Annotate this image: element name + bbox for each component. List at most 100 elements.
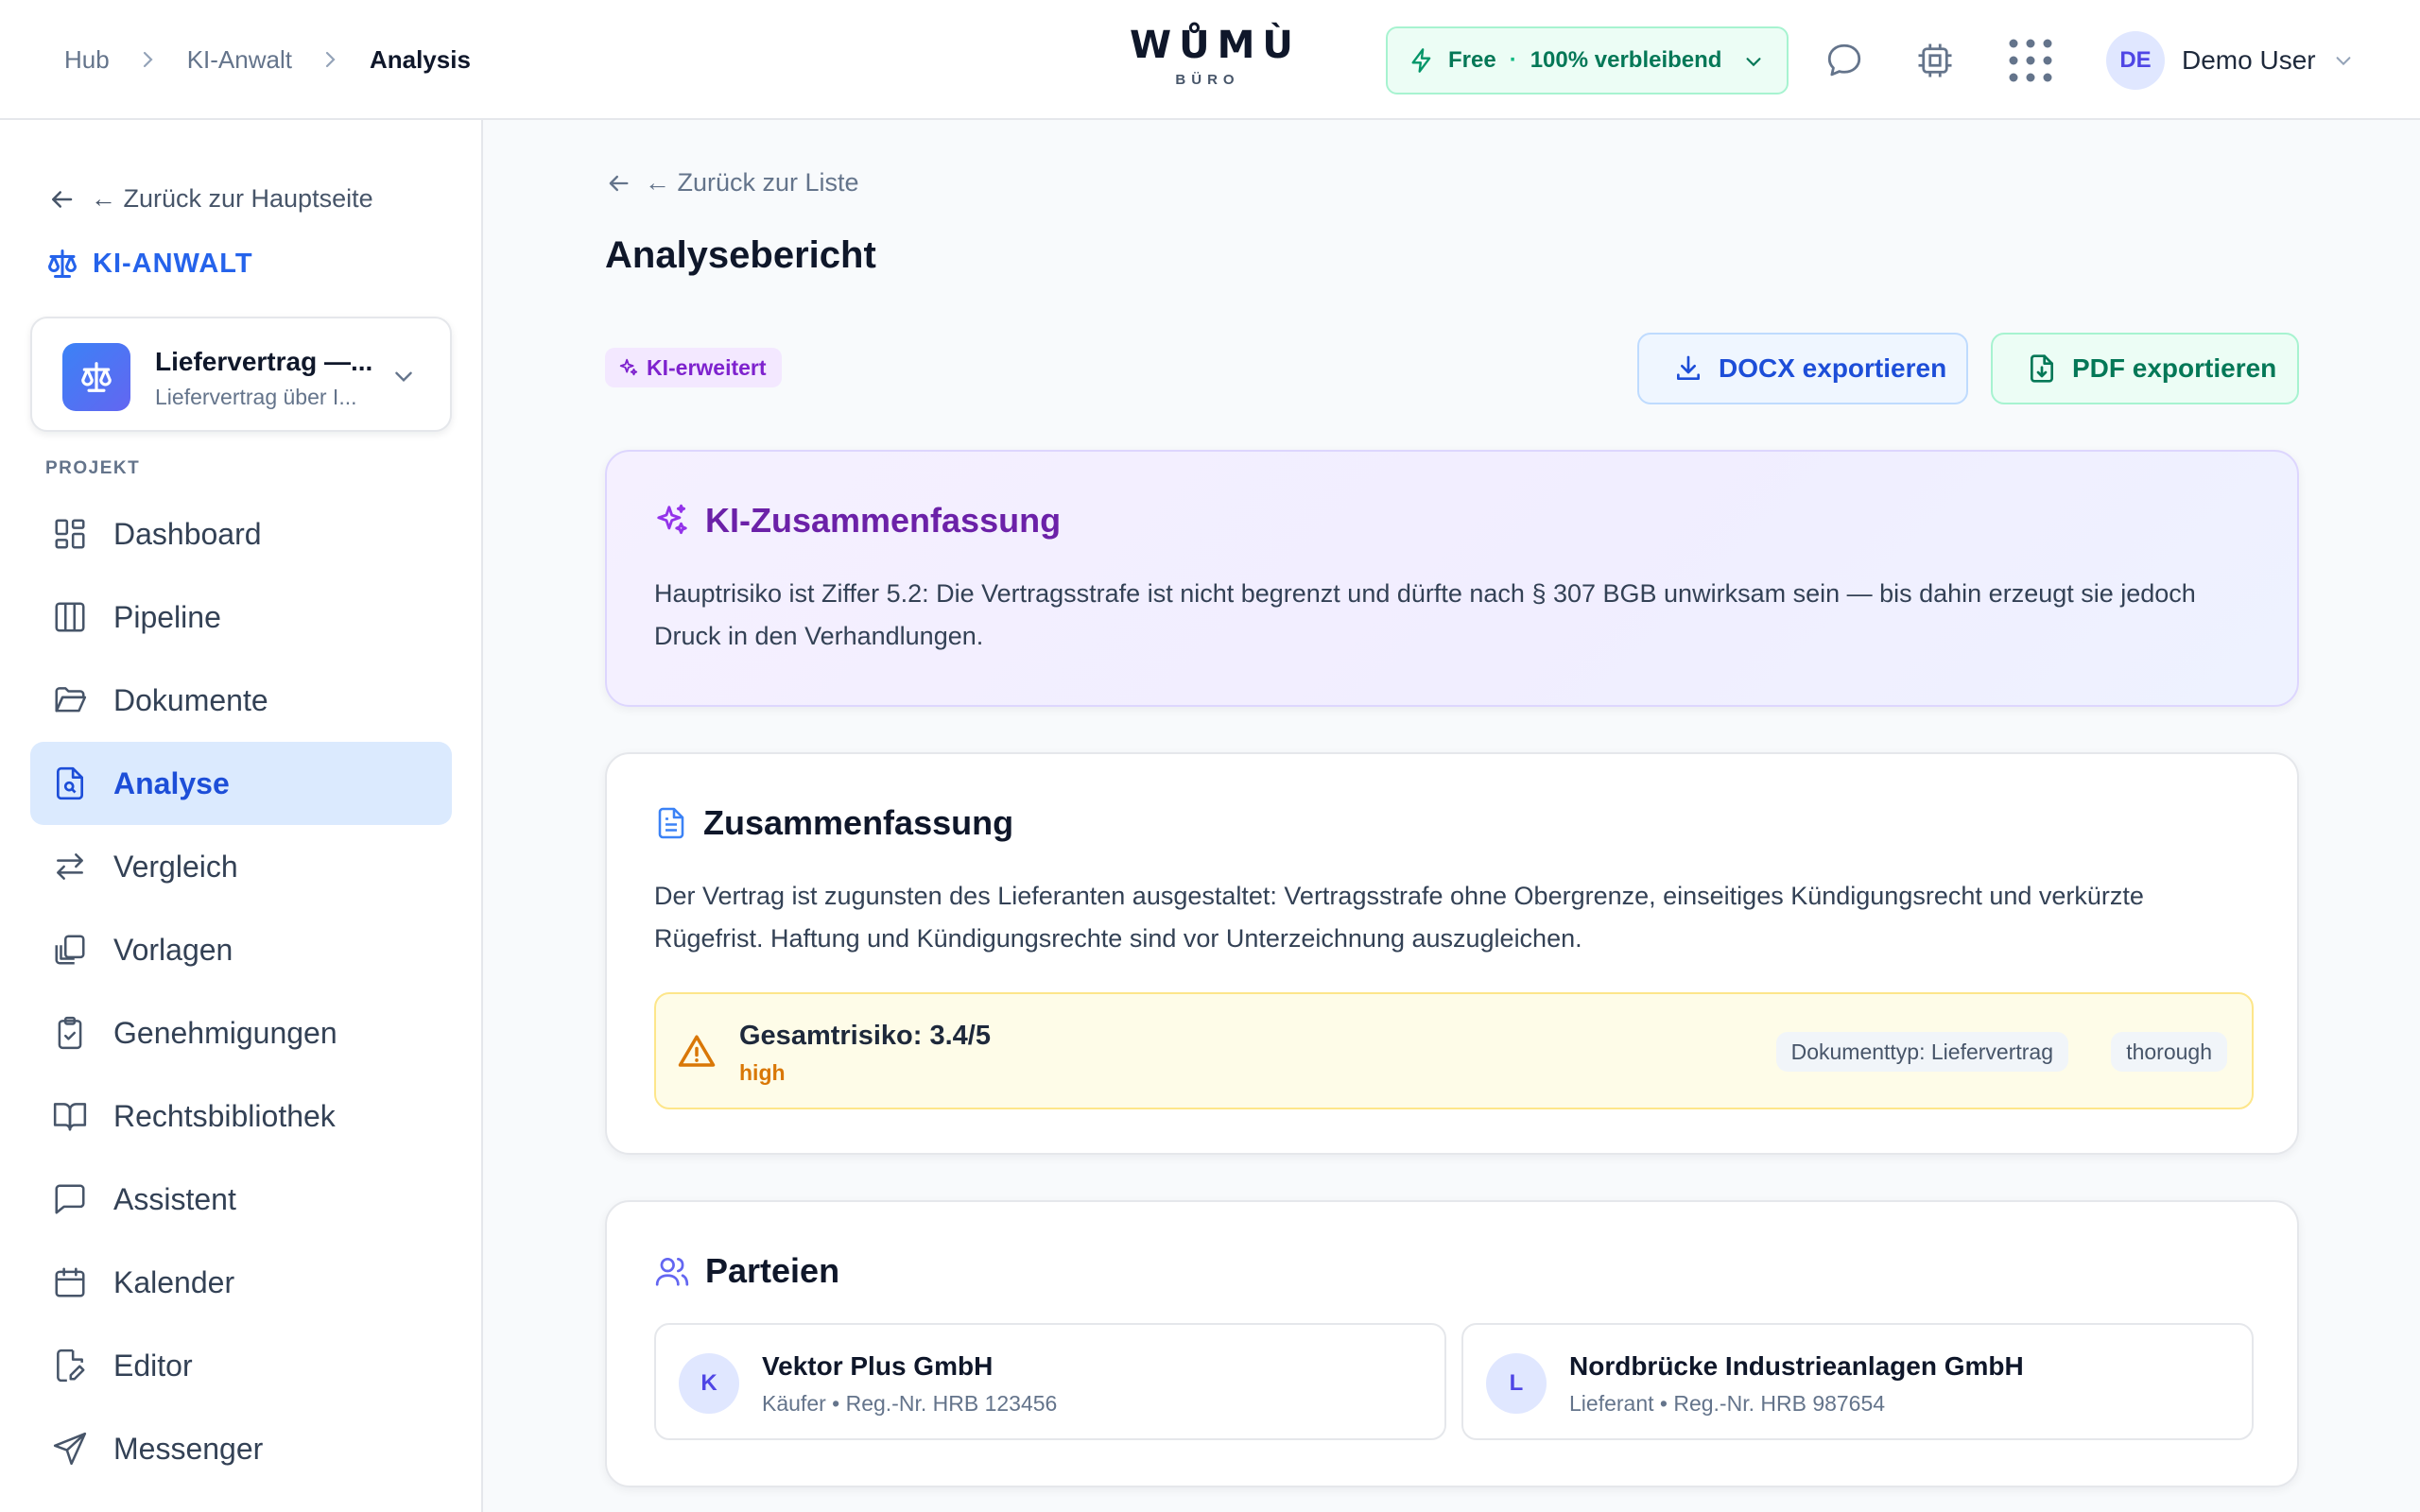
document-icon [654, 806, 688, 840]
sidebar-item-messenger[interactable]: Messenger [30, 1407, 452, 1490]
party-card-buyer[interactable]: K Vektor Plus GmbH Käufer • Reg.-Nr. HRB… [654, 1323, 1446, 1440]
sidebar-item-pipeline[interactable]: Pipeline [30, 576, 452, 659]
sidebar-item-label: Vergleich [113, 849, 238, 884]
scale-icon [62, 343, 130, 411]
plan-usage-button[interactable]: Free · 100% verbleibend [1386, 26, 1789, 94]
edit-file-icon [51, 1347, 89, 1384]
sidebar-item-dashboard[interactable]: Dashboard [30, 492, 452, 576]
party-avatar: K [679, 1353, 739, 1414]
scale-icon [45, 247, 79, 281]
sidebar-section-label: PROJEKT [45, 458, 141, 478]
risk-panel: Gesamtrisiko: 3.4/5 high Dokumenttyp: Li… [654, 992, 2254, 1109]
back-to-main-link[interactable]: ← Zurück zur Hauptseite [47, 184, 373, 214]
parties-card: Parteien K Vektor Plus GmbH Käufer • Reg… [605, 1200, 2299, 1487]
parties-title: Parteien [705, 1251, 840, 1290]
summary-title: Zusammenfassung [703, 803, 1014, 842]
sparkles-icon [618, 357, 639, 378]
sidebar-item-vergleich[interactable]: Vergleich [30, 825, 452, 908]
apps-grid-icon[interactable] [2004, 34, 2057, 87]
party-detail: Lieferant • Reg.-Nr. HRB 987654 [1569, 1391, 1886, 1416]
back-to-list-link[interactable]: ← Zurück zur Liste [605, 168, 859, 198]
chevron-down-icon [1743, 51, 1764, 72]
user-menu[interactable]: DE Demo User [2106, 30, 2354, 91]
sidebar-item-label: Assistent [113, 1181, 236, 1216]
sidebar-item-label: Messenger [113, 1431, 264, 1466]
export-pdf-button[interactable]: PDF exportieren [1991, 333, 2299, 404]
chevron-down-icon [2333, 50, 2354, 71]
templates-icon [51, 931, 89, 969]
breadcrumb: Hub KI-Anwalt Analysis [64, 0, 471, 119]
pipeline-icon [51, 598, 89, 636]
folder-icon [51, 681, 89, 719]
logo-wordmark: WŮMÙ [1130, 24, 1301, 67]
party-name: Nordbrücke Industrieanlagen GmbH [1569, 1351, 2024, 1381]
export-pdf-label: PDF exportieren [2072, 353, 2277, 383]
logo-subtitle: BÜRO [1175, 72, 1240, 88]
ai-summary-heading: KI-Zusammenfassung [654, 501, 1061, 541]
sidebar-item-rechtsbibliothek[interactable]: Rechtsbibliothek [30, 1074, 452, 1158]
calendar-icon [51, 1263, 89, 1301]
sidebar-item-label: Genehmigungen [113, 1015, 337, 1050]
summary-card: Zusammenfassung Der Vertrag ist zugunste… [605, 752, 2299, 1155]
sidebar-item-label: Pipeline [113, 599, 221, 634]
avatar: DE [2106, 31, 2165, 90]
sidebar-item-label: Rechtsbibliothek [113, 1098, 336, 1133]
dashboard-icon [51, 515, 89, 553]
book-icon [51, 1097, 89, 1135]
sidebar-item-label: Dokumente [113, 682, 268, 717]
document-type-chip: Dokumenttyp: Liefervertrag [1775, 1032, 2068, 1072]
parties-heading: Parteien [654, 1251, 839, 1291]
back-to-main-label: ← Zurück zur Hauptseite [91, 184, 373, 213]
ai-enhanced-badge: KI-erweitert [605, 348, 782, 387]
file-download-icon [2027, 353, 2057, 384]
project-title: Liefervertrag —... [155, 347, 373, 376]
ai-summary-text: Hauptrisiko ist Ziffer 5.2: Die Vertrags… [654, 579, 2196, 650]
sidebar-item-label: Dashboard [113, 516, 262, 551]
cpu-icon[interactable] [1909, 34, 1962, 87]
chat-bubble-icon[interactable] [1818, 34, 1871, 87]
sidebar-item-dokumente[interactable]: Dokumente [30, 659, 452, 742]
sidebar-item-genehmigungen[interactable]: Genehmigungen [30, 991, 452, 1074]
export-docx-button[interactable]: DOCX exportieren [1637, 333, 1968, 404]
chevron-right-icon [324, 50, 337, 69]
page-title: Analysebericht [605, 234, 876, 276]
user-name: Demo User [2182, 45, 2316, 75]
export-docx-label: DOCX exportieren [1719, 353, 1947, 383]
sidebar-item-label: Analyse [113, 765, 230, 800]
analysis-depth-chip: thorough [2111, 1032, 2227, 1072]
summary-text: Der Vertrag ist zugunsten des Lieferante… [654, 882, 2144, 953]
summary-heading: Zusammenfassung [654, 803, 1013, 843]
arrow-left-icon [47, 185, 76, 214]
logo[interactable]: WŮMÙ BÜRO [1130, 24, 1301, 88]
warning-icon [677, 1032, 717, 1072]
sidebar-item-vorlagen[interactable]: Vorlagen [30, 908, 452, 991]
module-brand-label: KI-ANWALT [93, 248, 253, 279]
party-card-supplier[interactable]: L Nordbrücke Industrieanlagen GmbH Liefe… [1461, 1323, 2254, 1440]
sidebar-item-editor[interactable]: Editor [30, 1324, 452, 1407]
ai-summary-title: KI-Zusammenfassung [705, 501, 1062, 540]
breadcrumb-ki-anwalt[interactable]: KI-Anwalt [187, 45, 292, 75]
breadcrumb-hub[interactable]: Hub [64, 45, 110, 75]
plan-separator: · [1509, 47, 1517, 73]
risk-level: high [739, 1060, 786, 1085]
compare-icon [51, 848, 89, 885]
chevron-down-icon [391, 364, 416, 388]
plan-tier: Free [1448, 47, 1496, 73]
sidebar-nav: Dashboard Pipeline Dokumente Analyse Ver… [30, 492, 452, 1490]
sidebar-item-label: Vorlagen [113, 932, 233, 967]
sidebar: ← Zurück zur Hauptseite KI-ANWALT Liefer… [0, 120, 483, 1512]
project-selector[interactable]: Liefervertrag —... Liefervertrag über I.… [30, 317, 452, 432]
sidebar-item-assistent[interactable]: Assistent [30, 1158, 452, 1241]
breadcrumb-current: Analysis [369, 44, 471, 74]
party-name: Vektor Plus GmbH [762, 1351, 994, 1381]
sidebar-item-kalender[interactable]: Kalender [30, 1241, 452, 1324]
top-bar: Hub KI-Anwalt Analysis WŮMÙ BÜRO Free · … [0, 0, 2420, 120]
party-avatar: L [1486, 1353, 1547, 1414]
sidebar-item-label: Editor [113, 1348, 193, 1383]
sidebar-item-analyse[interactable]: Analyse [30, 742, 452, 825]
ai-summary-card: KI-Zusammenfassung Hauptrisiko ist Ziffe… [605, 450, 2299, 707]
risk-score: Gesamtrisiko: 3.4/5 [739, 1021, 991, 1051]
ai-enhanced-label: KI-erweitert [647, 354, 767, 380]
module-brand: KI-ANWALT [45, 247, 253, 281]
sparkles-icon [654, 503, 690, 539]
